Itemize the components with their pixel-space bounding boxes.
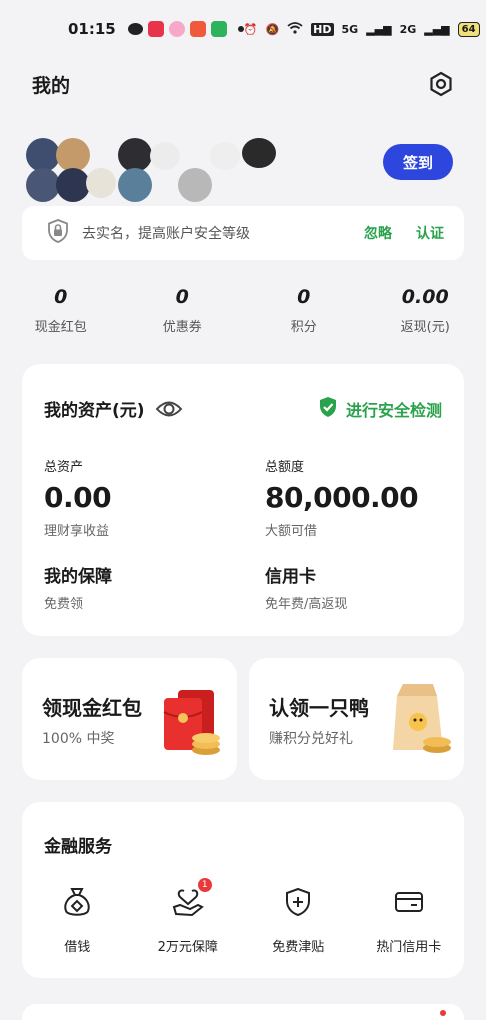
photos-app-icon <box>168 21 185 37</box>
wifi-icon <box>287 21 303 37</box>
signal-5g-icon: ▂▄▆ <box>366 22 392 36</box>
services-row: 借钱 1 2万元保障 免费津贴 热门信用卡 <box>22 878 465 955</box>
stat-coupons[interactable]: 0 优惠券 <box>122 286 244 346</box>
stat-cashback[interactable]: 0.00 返现(元) <box>365 286 486 346</box>
stat-value: 0 <box>297 286 311 308</box>
credit-card-icon <box>391 884 427 920</box>
shield-check-icon <box>318 396 338 422</box>
username-pixelation <box>118 138 152 172</box>
service-label: 借钱 <box>64 940 91 955</box>
username-pixelation <box>242 138 276 168</box>
credit-card-sub: 免年费/高返现 <box>265 597 348 612</box>
total-credit-label: 总额度 <box>265 460 305 475</box>
settings-gear-icon[interactable] <box>428 71 454 97</box>
service-protection[interactable]: 1 2万元保障 <box>133 878 244 955</box>
stat-cash-redpacket[interactable]: 0 现金红包 <box>0 286 122 346</box>
security-banner[interactable]: 去实名，提高账户安全等级 忽略 认证 <box>22 206 464 260</box>
username-pixelation <box>210 142 240 170</box>
promo-subtitle: 赚积分兑好礼 <box>269 731 353 747</box>
page-title: 我的 <box>32 74 71 97</box>
stat-label: 积分 <box>290 320 317 335</box>
credit-card-label: 信用卡 <box>265 567 316 587</box>
signin-button[interactable]: 签到 <box>383 144 453 180</box>
avatar-pixelation <box>26 138 60 172</box>
stat-points[interactable]: 0 积分 <box>243 286 365 346</box>
duck-gift-bag-icon <box>389 680 455 760</box>
stat-label: 优惠券 <box>162 320 202 335</box>
security-check-label: 进行安全检测 <box>345 401 442 420</box>
assets-title: 我的资产(元) <box>44 401 145 421</box>
total-credit-value: 80,000.00 <box>265 481 419 514</box>
avatar-pixelation <box>56 168 90 202</box>
service-credit-cards[interactable]: 热门信用卡 <box>354 884 465 955</box>
signal-5g-label: 5G <box>341 22 359 36</box>
hand-heart-icon: 1 <box>170 878 212 920</box>
verify-link[interactable]: 认证 <box>416 223 444 243</box>
promo-cash-redpacket[interactable]: 领现金红包 100% 中奖 <box>22 658 237 780</box>
username-pixelation <box>178 168 212 202</box>
total-credit[interactable]: 总额度 80,000.00 大额可借 <box>265 456 419 539</box>
signal-2g-label: 2G <box>399 22 417 36</box>
service-free-allowance[interactable]: 免费津贴 <box>243 884 354 955</box>
shopping-app-icon <box>210 21 227 37</box>
promo-title: 认领一只鸭 <box>269 696 369 720</box>
stat-value: 0 <box>54 286 68 308</box>
stat-label: 返现(元) <box>400 320 450 335</box>
security-text: 去实名，提高账户安全等级 <box>82 226 250 242</box>
battery-indicator: 64 <box>457 21 480 37</box>
total-assets-value: 0.00 <box>44 481 112 514</box>
assets-card: 我的资产(元) 进行安全检测 总资产 0.00 理财享收益 总额度 80,000… <box>22 364 464 636</box>
service-label: 热门信用卡 <box>376 940 442 955</box>
status-bar: 01:15 ⏰ 🔕 HD 5G ▂▄▆ 2G ▂▄▆ 64 <box>0 0 486 58</box>
total-credit-sub: 大额可借 <box>265 524 318 539</box>
avatar-pixelation <box>56 138 90 172</box>
stat-value: 0 <box>175 286 189 308</box>
username-pixelation <box>150 142 180 170</box>
hd-label: HD <box>311 22 334 36</box>
alarm-icon: ⏰ <box>243 22 258 36</box>
stats-row: 0 现金红包 0 优惠券 0 积分 0.00 返现(元) <box>0 286 486 346</box>
promo-claim-duck[interactable]: 认领一只鸭 赚积分兑好礼 <box>249 658 464 780</box>
avatar-pixelation <box>86 168 116 198</box>
page-header: 我的 <box>0 64 486 104</box>
username-pixelation <box>118 168 152 202</box>
protection-label: 我的保障 <box>44 567 112 587</box>
credit-card-entry[interactable]: 信用卡 免年费/高返现 <box>265 562 347 612</box>
total-assets-label: 总资产 <box>44 460 84 475</box>
total-assets[interactable]: 总资产 0.00 理财享收益 <box>44 456 112 539</box>
mute-icon: 🔕 <box>265 22 280 36</box>
status-time: 01:15 <box>68 20 116 38</box>
music-app-icon <box>189 21 206 37</box>
notification-badge: 1 <box>197 878 212 892</box>
ignore-link[interactable]: 忽略 <box>364 223 392 243</box>
status-app-icons <box>127 21 244 37</box>
my-protection[interactable]: 我的保障 免费领 <box>44 562 112 612</box>
next-card-edge <box>22 1004 464 1020</box>
financial-services-card: 金融服务 借钱 1 2万元保障 免费津贴 热门信用卡 <box>22 802 464 978</box>
stat-label: 现金红包 <box>34 320 87 335</box>
stat-value: 0.00 <box>401 286 449 308</box>
service-borrow[interactable]: 借钱 <box>22 884 133 955</box>
protection-sub: 免费领 <box>44 597 84 612</box>
signal-2g-icon: ▂▄▆ <box>424 22 450 36</box>
services-title: 金融服务 <box>44 837 112 857</box>
status-right: ⏰ 🔕 HD 5G ▂▄▆ 2G ▂▄▆ 64 <box>243 21 480 37</box>
total-assets-sub: 理财享收益 <box>44 524 110 539</box>
wechat-icon <box>127 23 143 35</box>
video-app-icon <box>147 21 164 37</box>
shield-plus-icon <box>280 884 316 920</box>
red-envelope-icon <box>160 688 226 762</box>
service-label: 2万元保障 <box>157 940 218 955</box>
assets-title-row: 我的资产(元) <box>44 396 183 421</box>
avatar-pixelation <box>26 168 60 202</box>
notification-dot <box>440 1010 446 1016</box>
service-label: 免费津贴 <box>272 940 325 955</box>
security-check-link[interactable]: 进行安全检测 <box>318 396 442 422</box>
promo-title: 领现金红包 <box>42 696 142 720</box>
promo-subtitle: 100% 中奖 <box>42 731 115 747</box>
money-bag-icon <box>59 884 95 920</box>
eye-icon[interactable] <box>155 398 183 420</box>
shield-lock-icon <box>46 218 70 248</box>
